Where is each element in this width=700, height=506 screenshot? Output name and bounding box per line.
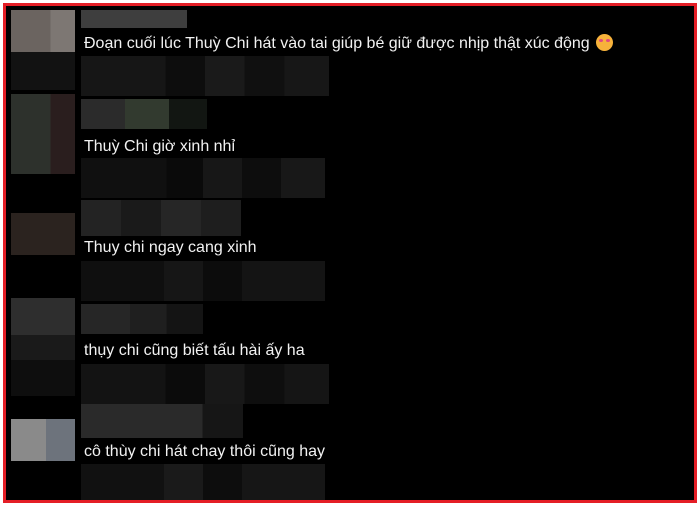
comment-feed: Đoạn cuối lúc Thuỳ Chi hát vào tai giúp … xyxy=(3,3,697,503)
avatar[interactable] xyxy=(11,94,75,174)
avatar-strip xyxy=(11,360,75,396)
username-redacted[interactable] xyxy=(81,304,203,334)
comment-actions-redacted[interactable] xyxy=(81,261,325,301)
comment-text: thụy chi cũng biết tấu hài ấy ha xyxy=(84,342,305,359)
username-redacted[interactable] xyxy=(81,10,187,28)
username-redacted[interactable] xyxy=(81,99,207,129)
avatar[interactable] xyxy=(11,10,75,52)
comment-actions-redacted[interactable] xyxy=(81,56,329,96)
comment-actions-redacted[interactable] xyxy=(81,364,329,404)
username-redacted[interactable] xyxy=(81,200,241,236)
comment-text: Thuy chi ngay cang xinh xyxy=(84,239,257,256)
smiling-face-with-hearts-icon xyxy=(595,34,613,51)
comment-actions-redacted[interactable] xyxy=(81,464,325,500)
username-redacted[interactable] xyxy=(81,404,243,438)
comment-text: Thuỳ Chi giờ xinh nhỉ xyxy=(84,138,236,155)
comment-text: cô thùy chi hát chay thôi cũng hay xyxy=(84,443,326,460)
avatar[interactable] xyxy=(11,213,75,255)
avatar[interactable] xyxy=(11,298,75,360)
avatar-strip xyxy=(11,52,75,90)
comment-text: Đoạn cuối lúc Thuỳ Chi hát vào tai giúp … xyxy=(84,34,613,54)
avatar[interactable] xyxy=(11,419,75,461)
comment-actions-redacted[interactable] xyxy=(81,158,325,198)
